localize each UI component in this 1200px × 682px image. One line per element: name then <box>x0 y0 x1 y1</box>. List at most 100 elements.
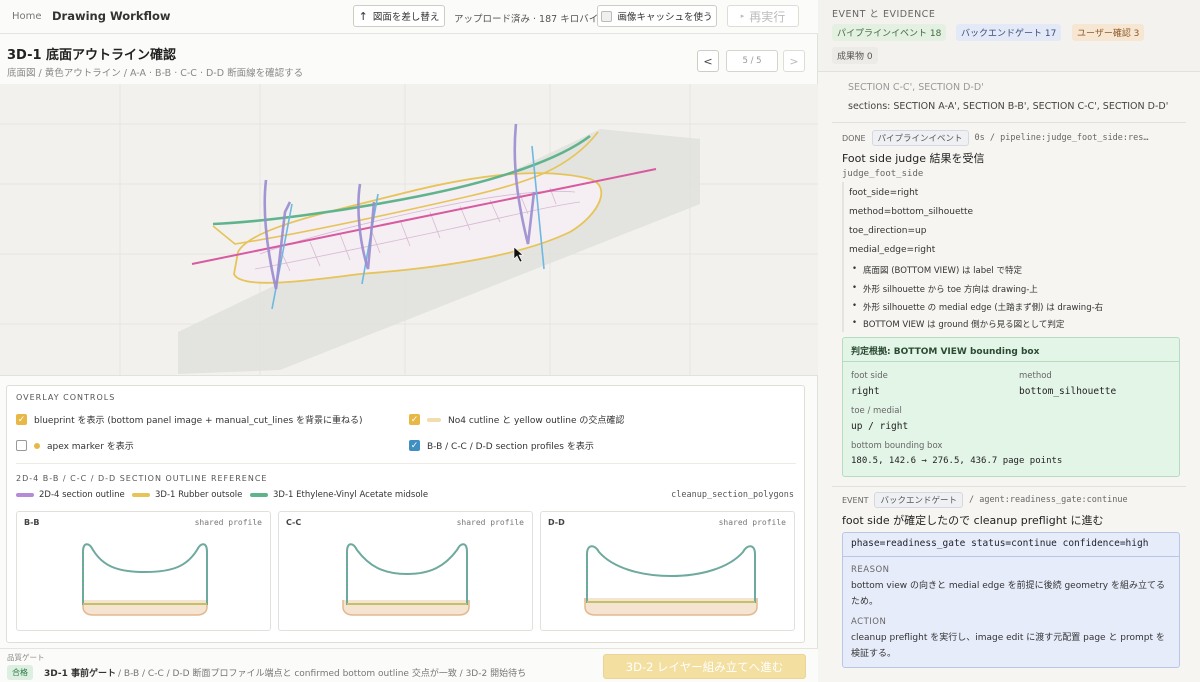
legend-eva-midsole: 3D-1 Ethylene-Vinyl Acetate midsole <box>250 490 428 500</box>
event-status: EVENT <box>842 495 869 505</box>
divider <box>832 486 1186 487</box>
step-title: 3D-1 底面アウトライン確認 <box>7 48 177 63</box>
section-profiles-label: B-B / C-C / D-D section profiles を表示 <box>427 442 594 452</box>
evidence-header: EVENT と EVIDENCE パイプラインイベント 18 バックエンドゲート… <box>818 0 1200 72</box>
filter-chip-pipeline[interactable]: パイプラインイベント 18 <box>832 24 947 41</box>
event-status: DONE <box>842 133 866 143</box>
quality-gate-bar: 品質ゲート 合格 3D-1 事前ゲート / B-B / C-C / D-D 断面… <box>0 648 818 682</box>
page-title: Drawing Workflow <box>52 9 171 23</box>
replace-drawing-label: 図面を差し替え <box>372 12 440 23</box>
legend-label: 3D-1 Ethylene-Vinyl Acetate midsole <box>273 490 429 500</box>
apex-marker-toggle[interactable]: apex marker を表示 <box>16 439 134 452</box>
check-icon: ✓ <box>409 440 420 451</box>
section-profiles-toggle[interactable]: ✓ B-B / C-C / D-D section profiles を表示 <box>409 439 594 452</box>
readiness-gate-head: phase=readiness_gate status=continue con… <box>843 533 1179 557</box>
blueprint-toggle[interactable]: ✓ blueprint を表示 (bottom panel image + ma… <box>16 413 363 426</box>
apex-marker-label: apex marker を表示 <box>47 442 134 452</box>
cache-checkbox-icon <box>601 10 613 22</box>
legend-rubber-outsole: 3D-1 Rubber outsole <box>132 490 242 500</box>
pass-badge: 合格 <box>7 665 33 680</box>
cutline-intersection-label: No4 cutline と yellow outline の交点確認 <box>448 416 625 426</box>
event-type-chip: パイプラインイベント <box>871 130 969 146</box>
apex-dot-icon <box>34 442 40 449</box>
cutline-intersection-toggle[interactable]: ✓ No4 cutline と yellow outline の交点確認 <box>409 413 624 426</box>
event-code: judge_foot_side <box>842 169 924 179</box>
bullet-item: • 底面図 (BOTTOM VIEW) は label で特定 <box>852 264 1022 276</box>
bullet-item: • BOTTOM VIEW は ground 側から見る図として判定 <box>852 318 1065 330</box>
kv-toe-direction: toe_direction=up <box>849 226 927 236</box>
readiness-gate-box: phase=readiness_gate status=continue con… <box>842 532 1180 668</box>
3d-scene[interactable] <box>0 84 818 376</box>
reason-label: REASON <box>851 565 890 575</box>
breadcrumb-home[interactable]: Home <box>12 11 42 22</box>
quality-gate-title: 3D-1 事前ゲート <box>44 669 117 679</box>
blueprint-toggle-label: blueprint を表示 (bottom panel image + manu… <box>34 416 363 426</box>
cut-line-note: SECTION C-C', SECTION D-D' <box>848 82 984 93</box>
image-cache-toggle[interactable]: 画像キャッシュを使う <box>597 5 717 27</box>
unchecked-box-icon <box>16 440 27 451</box>
event-header: EVENT バックエンドゲート / agent:readiness_gate:c… <box>842 492 1128 508</box>
rerun-button[interactable]: ▸ 再実行 <box>727 5 799 27</box>
filter-chip-user-confirm[interactable]: ユーザー確認 3 <box>1072 24 1145 41</box>
check-icon: ✓ <box>409 414 420 425</box>
cache-label: 画像キャッシュを使う <box>617 12 713 23</box>
purple-swatch <box>16 493 34 497</box>
3d-viewport[interactable] <box>0 84 818 376</box>
judgement-basis-title: 判定根拠: BOTTOM VIEW bounding box <box>843 338 1179 362</box>
next-page-button[interactable]: > <box>783 50 805 72</box>
legend-label: 3D-1 Rubber outsole <box>155 490 243 500</box>
filter-chip-artifacts[interactable]: 成果物 0 <box>832 47 878 64</box>
prev-page-button[interactable]: < <box>697 50 719 72</box>
action-label: ACTION <box>851 617 887 627</box>
advance-3d2-button[interactable]: 3D-2 レイヤー組み立てへ進む <box>603 654 806 679</box>
kv-foot-side: foot_side=right <box>849 188 919 198</box>
top-toolbar: Home Drawing Workflow ↑ 図面を差し替え アップロード済み… <box>0 0 818 34</box>
method-value: bottom_silhouette <box>1019 386 1117 397</box>
profile-card-cc: C-C shared profile <box>278 511 533 631</box>
action-text: cleanup preflight を実行し、image edit に渡す元配置… <box>851 633 1165 659</box>
page-indicator: 5 / 5 <box>726 50 778 72</box>
step-subtitle: 底面図 / 黄色アウトライン / A-A · B-B · C-C · D-D 断… <box>7 68 304 79</box>
overlay-controls-panel: OVERLAY CONTROLS ✓ blueprint を表示 (bottom… <box>6 385 805 643</box>
divider <box>16 463 796 464</box>
rubber-outsole-outline <box>233 172 603 284</box>
section-reference-heading: 2D-4 B-B / C-C / D-D SECTION OUTLINE REF… <box>16 474 268 483</box>
overlay-controls-heading: OVERLAY CONTROLS <box>16 393 116 402</box>
rerun-icon: ▸ <box>740 12 745 20</box>
upload-status: アップロード済み · 187 キロバイト <box>454 14 608 25</box>
replace-drawing-button[interactable]: ↑ 図面を差し替え <box>353 5 445 27</box>
bullet-item: • 外形 silhouette の medial edge (土踏まず側) は d… <box>852 301 1104 313</box>
filter-chip-backend-gate[interactable]: バックエンドゲート 17 <box>956 24 1062 41</box>
check-icon: ✓ <box>16 414 27 425</box>
kv-method: method=bottom_silhouette <box>849 207 974 217</box>
method-label: method <box>1019 371 1052 381</box>
divider <box>832 122 1186 123</box>
event-evidence-pane: EVENT と EVIDENCE パイプラインイベント 18 バックエンドゲート… <box>818 0 1200 682</box>
event-type-chip: バックエンドゲート <box>874 492 963 508</box>
profile-shape-bb <box>82 543 208 616</box>
kv-medial-edge: medial_edge=right <box>849 245 936 255</box>
yellow-swatch <box>132 493 150 497</box>
bbox-label: bottom bounding box <box>851 441 943 451</box>
toe-medial-label: toe / medial <box>851 406 902 416</box>
evidence-heading: EVENT と EVIDENCE <box>832 9 936 20</box>
profile-shape-cc <box>342 543 470 616</box>
workflow-pane: Home Drawing Workflow ↑ 図面を差し替え アップロード済み… <box>0 0 818 682</box>
quality-gate-detail: / B-B / C-C / D-D 断面プロファイル端点と confirmed … <box>118 669 527 679</box>
legend-label: 2D-4 section outline <box>39 490 125 500</box>
profile-shape-dd <box>584 545 758 616</box>
event-meta: / agent:readiness_gate:continue <box>968 495 1128 505</box>
event-meta: 0s / pipeline:judge_foot_side:res… <box>974 133 1149 143</box>
toe-medial-value: up / right <box>851 421 909 432</box>
event-title: foot side が確定したので cleanup preflight に進む <box>842 514 1104 527</box>
judgement-basis-box: 判定根拠: BOTTOM VIEW bounding box foot side… <box>842 337 1180 477</box>
bbox-value: 180.5, 142.6 → 276.5, 436.7 page points <box>851 456 1063 466</box>
upload-arrow-icon: ↑ <box>358 9 368 23</box>
green-swatch <box>250 493 268 497</box>
yellow-outline-swatch <box>427 417 441 422</box>
profile-card-bb: B-B shared profile <box>16 511 271 631</box>
event-header: DONE パイプラインイベント 0s / pipeline:judge_foot… <box>842 130 1149 146</box>
bullet-item: • 外形 silhouette から toe 方向は drawing-上 <box>852 283 1038 295</box>
event-title: Foot side judge 結果を受信 <box>842 152 985 165</box>
rerun-label: 再実行 <box>749 9 786 24</box>
